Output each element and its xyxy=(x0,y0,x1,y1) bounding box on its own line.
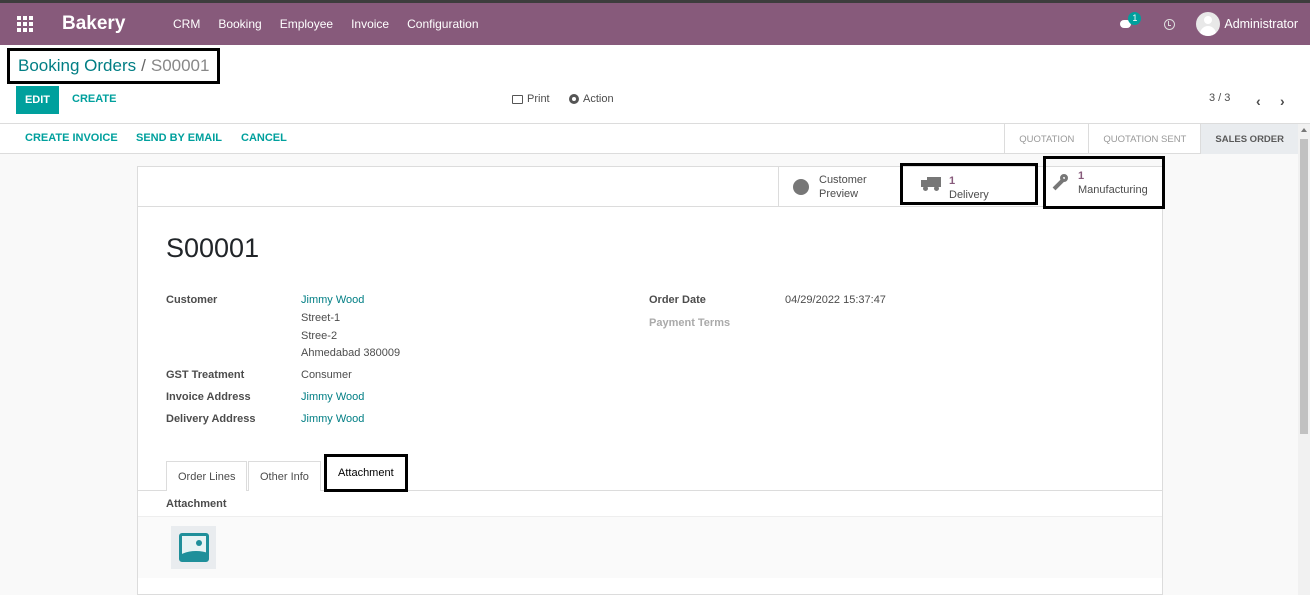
image-placeholder-icon[interactable] xyxy=(171,526,216,569)
edit-button[interactable]: EDIT xyxy=(16,86,59,114)
page-title: S00001 xyxy=(166,233,260,263)
customer-preview-line2: Preview xyxy=(819,187,859,200)
print-button[interactable]: Print xyxy=(512,93,550,105)
create-button[interactable]: CREATE xyxy=(72,93,116,105)
manufacturing-count: 1 xyxy=(1078,169,1085,182)
notebook-tabs: Order Lines Other Info Attachment xyxy=(138,454,1162,492)
order-date-label: Order Date xyxy=(649,294,706,306)
wrench-icon xyxy=(1050,173,1068,192)
main-menu: CRM Booking Employee Invoice Configurati… xyxy=(173,17,497,31)
delivery-address-link[interactable]: Jimmy Wood xyxy=(301,413,364,425)
chat-icon[interactable]: 1 xyxy=(1118,12,1142,32)
customer-label: Customer xyxy=(166,294,218,306)
breadcrumb-current: S00001 xyxy=(150,56,210,75)
scroll-up-arrow-icon[interactable] xyxy=(1301,128,1307,132)
control-panel: Booking Orders / S00001 EDIT CREATE Prin… xyxy=(0,45,1310,124)
status-stages: QUOTATION QUOTATION SENT SALES ORDER xyxy=(1004,124,1298,154)
customer-street2: Stree-2 xyxy=(301,330,338,342)
menu-item-booking[interactable]: Booking xyxy=(218,17,261,31)
customer-link[interactable]: Jimmy Wood xyxy=(301,294,364,306)
gear-icon xyxy=(569,94,579,104)
breadcrumb: Booking Orders / S00001 xyxy=(7,48,221,84)
delivery-address-label: Delivery Address xyxy=(166,413,256,425)
stage-quotation-sent[interactable]: QUOTATION SENT xyxy=(1088,124,1200,154)
navbar-systray: 1 Administrator xyxy=(1118,3,1298,45)
pager-value[interactable]: 3 / 3 xyxy=(1209,92,1230,104)
create-invoice-button[interactable]: CREATE INVOICE xyxy=(25,132,118,144)
truck-icon xyxy=(921,177,941,191)
order-date-value: 04/29/2022 15:37:47 xyxy=(785,294,886,306)
smart-button-box: Customer Preview 1 Delivery 1 Manufactur… xyxy=(138,156,1165,209)
payment-terms-label: Payment Terms xyxy=(649,317,731,329)
print-label: Print xyxy=(527,93,550,105)
customer-street1: Street-1 xyxy=(301,312,341,324)
invoice-address-link[interactable]: Jimmy Wood xyxy=(301,391,364,403)
manufacturing-button[interactable]: 1 Manufacturing xyxy=(1043,156,1165,209)
tab-order-lines[interactable]: Order Lines xyxy=(166,461,248,491)
app-name: Bakery xyxy=(62,13,126,34)
send-by-email-button[interactable]: SEND BY EMAIL xyxy=(136,132,222,144)
menu-item-invoice[interactable]: Invoice xyxy=(351,17,389,31)
activity-clock-icon[interactable] xyxy=(1164,18,1176,30)
top-navbar: Bakery CRM Booking Employee Invoice Conf… xyxy=(0,0,1310,45)
gst-treatment-value: Consumer xyxy=(301,369,352,381)
breadcrumb-separator: / xyxy=(141,56,146,75)
scrollbar[interactable] xyxy=(1298,124,1310,595)
scrollbar-thumb[interactable] xyxy=(1300,139,1308,434)
menu-item-crm[interactable]: CRM xyxy=(173,17,200,31)
gst-treatment-label: GST Treatment xyxy=(166,369,245,381)
chevron-left-icon[interactable]: ‹ xyxy=(1256,93,1261,109)
cancel-button[interactable]: CANCEL xyxy=(241,132,287,144)
tab-attachment[interactable]: Attachment xyxy=(324,454,408,492)
chat-badge: 1 xyxy=(1128,12,1142,25)
menu-item-employee[interactable]: Employee xyxy=(280,17,333,31)
delivery-button[interactable]: 1 Delivery xyxy=(900,163,1038,205)
invoice-address-label: Invoice Address xyxy=(166,391,251,403)
chevron-right-icon[interactable]: › xyxy=(1280,93,1285,109)
form-sheet: Customer Preview 1 Delivery 1 Manufactur… xyxy=(137,156,1165,595)
attachment-area xyxy=(138,516,1162,578)
customer-preview-button[interactable]: Customer Preview xyxy=(778,167,900,206)
delivery-label: Delivery xyxy=(949,189,989,201)
avatar[interactable] xyxy=(1196,12,1221,36)
tab-other-info[interactable]: Other Info xyxy=(248,461,321,491)
action-label: Action xyxy=(583,93,614,105)
customer-preview-line1: Customer xyxy=(819,173,867,186)
user-name[interactable]: Administrator xyxy=(1224,17,1298,31)
action-button[interactable]: Action xyxy=(569,93,614,105)
stage-sales-order[interactable]: SALES ORDER xyxy=(1200,124,1298,154)
customer-city: Ahmedabad 380009 xyxy=(301,347,401,359)
stage-quotation[interactable]: QUOTATION xyxy=(1004,124,1088,154)
attachment-field-label: Attachment xyxy=(166,498,227,510)
statusbar: CREATE INVOICE SEND BY EMAIL CANCEL QUOT… xyxy=(0,124,1298,154)
globe-icon xyxy=(793,178,809,195)
print-icon xyxy=(512,94,523,104)
breadcrumb-parent-link[interactable]: Booking Orders xyxy=(18,56,136,76)
delivery-count: 1 xyxy=(949,175,956,187)
apps-menu-icon[interactable] xyxy=(17,16,33,32)
menu-item-configuration[interactable]: Configuration xyxy=(407,17,478,31)
manufacturing-label: Manufacturing xyxy=(1078,183,1148,196)
